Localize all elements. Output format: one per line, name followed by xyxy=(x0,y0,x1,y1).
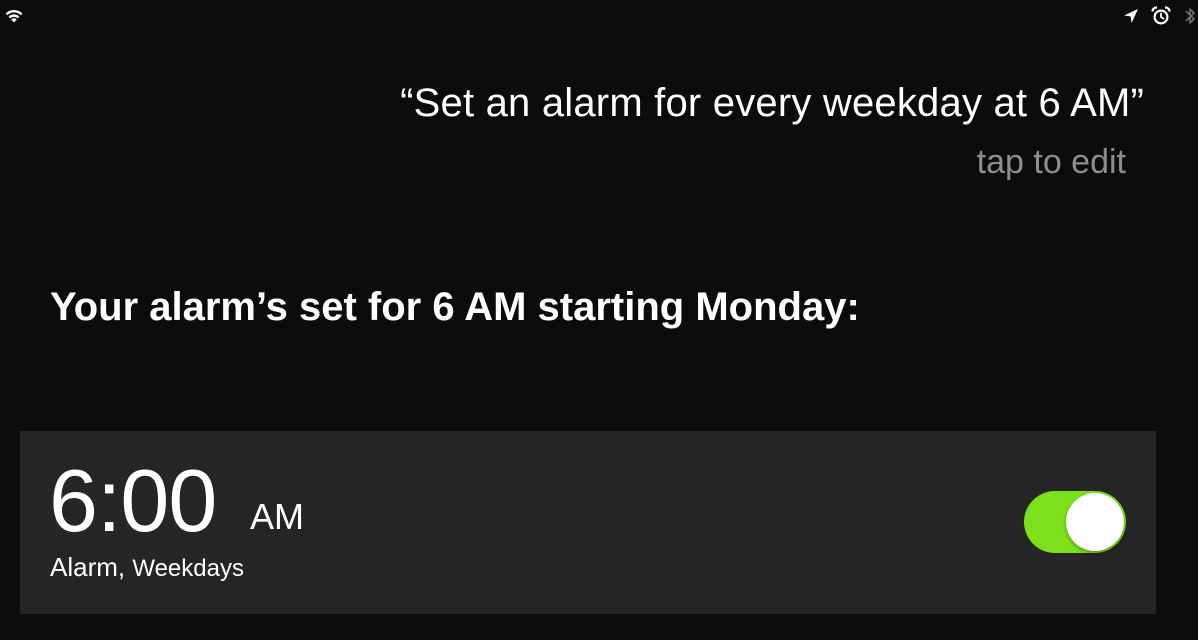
alarm-time: 6:00 xyxy=(49,451,217,550)
wifi-icon xyxy=(5,9,23,23)
toggle-knob xyxy=(1066,493,1124,551)
alarm-name: Alarm, xyxy=(50,552,126,582)
bluetooth-icon xyxy=(1185,8,1195,24)
siri-response-text: Your alarm’s set for 6 AM starting Monda… xyxy=(50,285,860,329)
status-bar xyxy=(0,0,1198,34)
alarm-ampm: AM xyxy=(250,496,304,537)
alarm-toggle[interactable] xyxy=(1024,491,1126,553)
siri-query-text: “Set an alarm for every weekday at 6 AM” xyxy=(400,81,1144,125)
alarm-clock-icon xyxy=(1151,6,1171,25)
tap-to-edit-link[interactable]: tap to edit xyxy=(977,140,1126,184)
alarm-card[interactable]: 6:00 AM Alarm, Weekdays xyxy=(20,431,1156,614)
alarm-label: Alarm, Weekdays xyxy=(50,549,244,587)
location-arrow-icon xyxy=(1124,9,1138,23)
alarm-repeat: Weekdays xyxy=(132,555,244,582)
